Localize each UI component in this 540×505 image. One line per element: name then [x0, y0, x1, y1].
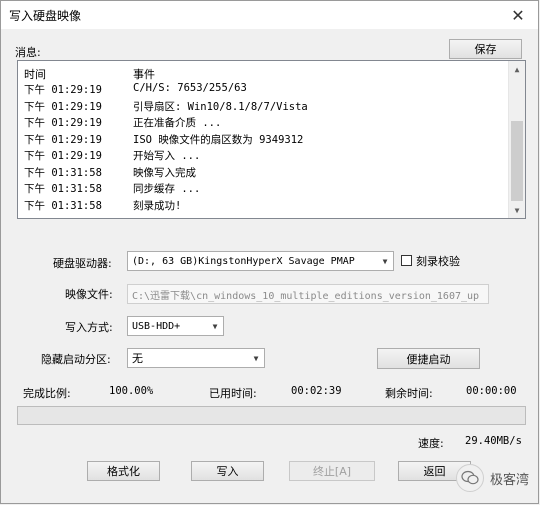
completion-label: 完成比例: — [23, 387, 71, 400]
messages-label: 消息: — [15, 46, 41, 59]
write-method-label: 写入方式: — [65, 321, 113, 334]
log-header-time: 时间 — [24, 68, 46, 81]
title-bar: 写入硬盘映像 ✕ — [1, 1, 538, 29]
log-time: 下午 01:29:19 — [24, 100, 102, 113]
hidden-partition-value: 无 — [132, 352, 143, 365]
log-event: 开始写入 ... — [133, 150, 201, 162]
verify-label: 刻录校验 — [416, 255, 460, 268]
chevron-down-icon: ▼ — [253, 353, 259, 363]
log-event: 映像写入完成 — [133, 166, 196, 179]
drive-select-value: (D:, 63 GB)KingstonHyperX Savage PMAP — [132, 255, 355, 267]
log-time: 下午 01:31:58 — [24, 166, 102, 179]
chevron-down-icon: ▼ — [212, 321, 218, 331]
write-method-value: USB-HDD+ — [132, 320, 181, 332]
dialog-window: 写入硬盘映像 ✕ 消息: 保存 时间 事件 下午 01:29:19 C/H/S: … — [0, 0, 539, 504]
write-button[interactable]: 写入 — [191, 461, 264, 481]
chevron-down-icon: ▼ — [382, 256, 388, 266]
drive-label: 硬盘驱动器: — [53, 257, 112, 270]
scroll-down-icon[interactable]: ▼ — [509, 202, 525, 218]
watermark: 极客湾 — [456, 464, 529, 492]
log-time: 下午 01:29:19 — [24, 150, 102, 162]
hidden-partition-label: 隐藏启动分区: — [41, 353, 111, 366]
quick-boot-button[interactable]: 便捷启动 — [377, 348, 480, 369]
image-file-value: C:\迅雷下载\cn_windows_10_multiple_editions_… — [132, 290, 480, 302]
window-title: 写入硬盘映像 — [9, 9, 82, 23]
log-row[interactable]: 下午 01:29:19 开始写入 ... — [18, 148, 510, 164]
progress-fill — [18, 407, 525, 424]
speed-value: 29.40MB/s — [465, 435, 522, 447]
message-log[interactable]: 时间 事件 下午 01:29:19 C/H/S: 7653/255/63 下午 01… — [17, 60, 526, 219]
verify-checkbox[interactable] — [401, 255, 412, 266]
save-button[interactable]: 保存 — [449, 39, 522, 59]
log-time: 下午 01:29:19 — [24, 133, 102, 146]
log-event: ISO 映像文件的扇区数为 9349312 — [133, 133, 304, 146]
log-scrollbar[interactable]: ▲ ▼ — [508, 61, 525, 218]
log-row[interactable]: 下午 01:29:19 引导扇区: Win10/8.1/8/7/Vista — [18, 99, 510, 115]
log-event: 引导扇区: Win10/8.1/8/7/Vista — [133, 100, 308, 113]
close-button[interactable]: ✕ — [498, 1, 538, 29]
log-time: 下午 01:29:19 — [24, 84, 102, 96]
scroll-thumb[interactable] — [511, 121, 523, 201]
log-row[interactable]: 下午 01:31:58 同步缓存 ... — [18, 181, 510, 197]
wechat-icon — [456, 464, 484, 492]
progress-bar — [17, 406, 526, 425]
format-button[interactable]: 格式化 — [87, 461, 160, 481]
remaining-value: 00:00:00 — [466, 385, 517, 397]
log-header-event: 事件 — [133, 68, 155, 81]
image-file-label: 映像文件: — [65, 288, 113, 301]
completion-value: 100.00% — [109, 385, 154, 397]
speed-label: 速度: — [418, 437, 444, 450]
log-row[interactable]: 下午 01:29:19 C/H/S: 7653/255/63 — [18, 82, 510, 98]
write-method-select[interactable]: USB-HDD+ ▼ — [127, 316, 224, 336]
log-row[interactable]: 下午 01:31:58 刻录成功! — [18, 198, 510, 214]
log-event: C/H/S: 7653/255/63 — [133, 82, 247, 94]
scroll-up-icon[interactable]: ▲ — [509, 61, 525, 77]
remaining-label: 剩余时间: — [385, 387, 433, 400]
image-file-field[interactable]: C:\迅雷下载\cn_windows_10_multiple_editions_… — [127, 284, 489, 304]
log-row[interactable]: 下午 01:29:19 ISO 映像文件的扇区数为 9349312 — [18, 132, 510, 148]
elapsed-value: 00:02:39 — [291, 385, 342, 397]
log-event: 正在准备介质 ... — [133, 117, 222, 129]
log-event: 同步缓存 ... — [133, 183, 201, 195]
hidden-partition-select[interactable]: 无 ▼ — [127, 348, 265, 368]
log-time: 下午 01:31:58 — [24, 183, 102, 195]
abort-button[interactable]: 终止[A] — [289, 461, 375, 481]
watermark-text: 极客湾 — [490, 472, 530, 488]
drive-select[interactable]: (D:, 63 GB)KingstonHyperX Savage PMAP ▼ — [127, 251, 394, 271]
log-time: 下午 01:29:19 — [24, 117, 102, 129]
log-header: 时间 事件 — [18, 61, 510, 81]
close-icon: ✕ — [511, 5, 525, 25]
log-row[interactable]: 下午 01:31:58 映像写入完成 — [18, 165, 510, 181]
log-row[interactable]: 下午 01:29:19 正在准备介质 ... — [18, 115, 510, 131]
elapsed-label: 已用时间: — [209, 387, 257, 400]
log-event: 刻录成功! — [133, 199, 182, 212]
log-time: 下午 01:31:58 — [24, 199, 102, 212]
